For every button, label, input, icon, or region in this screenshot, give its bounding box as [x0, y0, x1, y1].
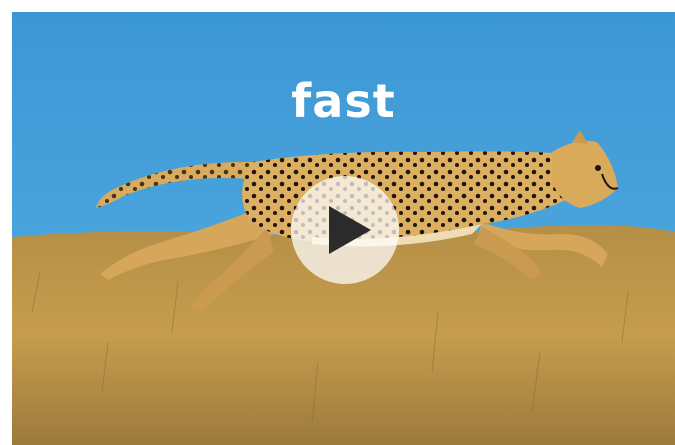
video-title: fast	[291, 74, 396, 128]
video-player[interactable]: fast	[12, 12, 675, 445]
play-icon	[329, 206, 371, 254]
play-button[interactable]	[291, 176, 399, 284]
